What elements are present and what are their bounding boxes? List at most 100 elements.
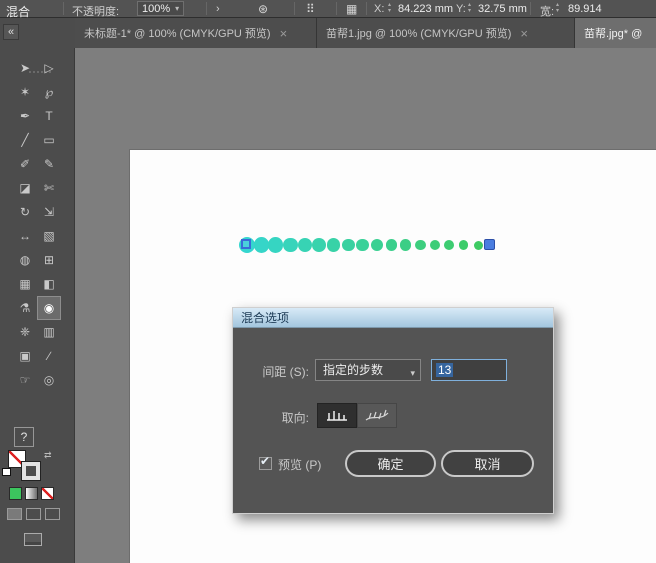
artboard-tool[interactable]: ▣: [13, 344, 37, 368]
opacity-dropdown[interactable]: 100% ▾: [137, 1, 185, 16]
pencil-tool[interactable]: ✎: [37, 152, 61, 176]
free-transform-tool[interactable]: ▧: [37, 224, 61, 248]
flyout-icon[interactable]: ›: [216, 3, 220, 15]
gradient-button[interactable]: [25, 487, 38, 500]
lasso-tool[interactable]: ℘: [37, 80, 61, 104]
draw-behind-mode-button[interactable]: [26, 508, 41, 520]
swap-fill-stroke-icon[interactable]: ⇄: [44, 450, 52, 461]
x-stepper[interactable]: ▴ ▾: [388, 2, 391, 14]
pen-tool[interactable]: ✒: [13, 104, 37, 128]
align-to-page-button[interactable]: [317, 403, 357, 428]
tab-untitled-1[interactable]: 未标题-1* @ 100% (CMYK/GPU 预览) ×: [75, 18, 317, 48]
default-fill-stroke-icon[interactable]: [2, 468, 11, 476]
magic-wand-tool[interactable]: ✶: [13, 80, 37, 104]
divider: [206, 2, 207, 15]
rectangle-tool[interactable]: ▭: [37, 128, 61, 152]
y-stepper[interactable]: ▴ ▾: [468, 2, 471, 14]
align-icon[interactable]: ⠿: [306, 2, 315, 16]
blend-dot[interactable]: [429, 239, 440, 251]
blend-dot[interactable]: [400, 239, 412, 251]
paintbrush-tool[interactable]: ✐: [13, 152, 37, 176]
tab-label: 未标题-1* @ 100% (CMYK/GPU 预览): [84, 28, 271, 40]
stepper-down-icon[interactable]: ▾: [556, 8, 559, 14]
close-icon[interactable]: ×: [520, 27, 528, 40]
column-graph-tool[interactable]: ▥: [37, 320, 61, 344]
panel-label: 混合: [6, 5, 31, 19]
width-tool[interactable]: ↔: [13, 224, 37, 248]
tools-grid: ➤ ▷ ✶ ℘ ✒ T ╱ ▭ ✐ ✎ ◪ ✄ ↻ ⇲ ↔ ▧ ◍ ⊞ ▦ ◧ ⚗ ◉ ❈ ▥ ▣ ∕ ☞ ◎: [13, 56, 61, 392]
orientation-label: 取向:: [281, 411, 309, 425]
blend-dot[interactable]: [268, 237, 284, 253]
symbol-sprayer-tool[interactable]: ❈: [13, 320, 37, 344]
stepper-down-icon[interactable]: ▾: [388, 8, 391, 14]
opacity-label: 不透明度:: [72, 6, 120, 18]
tools-panel: ➤ ▷ ✶ ℘ ✒ T ╱ ▭ ✐ ✎ ◪ ✄ ↻ ⇲ ↔ ▧ ◍ ⊞ ▦ ◧ ⚗ ◉ ❈ ▥ ▣ ∕ ☞ ◎ ? ⇄: [0, 48, 75, 563]
tab-miaobang1-jpg[interactable]: 苗帮1.jpg @ 100% (CMYK/GPU 预览) ×: [317, 18, 575, 48]
slice-tool[interactable]: ∕: [37, 344, 61, 368]
align-to-path-icon: [365, 409, 389, 420]
blend-start-anchor-handle[interactable]: [241, 239, 251, 249]
help-button[interactable]: ?: [14, 427, 34, 447]
blend-dot[interactable]: [385, 239, 398, 251]
y-label: Y:: [456, 3, 466, 15]
blend-dot[interactable]: [370, 238, 383, 252]
collapse-panel-button[interactable]: «: [3, 24, 19, 40]
blend-dot[interactable]: [282, 237, 298, 253]
scissors-tool[interactable]: ✄: [37, 176, 61, 200]
x-value[interactable]: 84.223 mm: [398, 3, 453, 15]
control-bar: 混合 不透明度: 100% ▾ › ⊛ ⠿ ▦ X: ▴ ▾ 84.223 mm…: [0, 0, 656, 19]
cancel-button[interactable]: 取消: [441, 450, 534, 477]
screen-mode-button[interactable]: [24, 533, 42, 546]
blend-dot[interactable]: [312, 238, 327, 252]
stepper-down-icon[interactable]: ▾: [468, 8, 471, 14]
none-button[interactable]: [41, 487, 54, 500]
direct-selection-tool[interactable]: ▷: [37, 56, 61, 80]
zoom-tool[interactable]: ◎: [37, 368, 61, 392]
type-tool[interactable]: T: [37, 104, 61, 128]
tab-miaobang-jpg[interactable]: 苗帮.jpg* @: [575, 18, 656, 48]
x-label: X:: [374, 3, 385, 15]
draw-inside-mode-button[interactable]: [45, 508, 60, 520]
blend-dot[interactable]: [341, 238, 355, 252]
blend-dot[interactable]: [473, 240, 483, 250]
close-icon[interactable]: ×: [280, 27, 288, 40]
spacing-select[interactable]: 指定的步数 ▾: [315, 359, 421, 381]
perspective-grid-tool[interactable]: ⊞: [37, 248, 61, 272]
scale-tool[interactable]: ⇲: [37, 200, 61, 224]
y-value[interactable]: 32.75 mm: [478, 3, 527, 15]
recolor-artwork-icon[interactable]: ⊛: [258, 2, 268, 16]
draw-normal-mode-button[interactable]: [7, 508, 22, 520]
width-label: 宽:: [540, 6, 555, 18]
divider: [530, 2, 531, 15]
shape-builder-tool[interactable]: ◍: [13, 248, 37, 272]
line-segment-tool[interactable]: ╱: [13, 128, 37, 152]
color-button[interactable]: [9, 487, 22, 500]
spacing-selected-option: 指定的步数: [323, 363, 384, 377]
blend-dot[interactable]: [356, 238, 369, 252]
rotate-tool[interactable]: ↻: [13, 200, 37, 224]
blend-dot[interactable]: [326, 238, 341, 252]
blend-dot[interactable]: [444, 240, 455, 250]
width-value[interactable]: 89.914: [568, 3, 602, 15]
eyedropper-tool[interactable]: ⚗: [13, 296, 37, 320]
eraser-tool[interactable]: ◪: [13, 176, 37, 200]
selection-tool[interactable]: ➤: [13, 56, 37, 80]
dialog-title[interactable]: 混合选项: [233, 308, 553, 328]
blend-end-anchor-handle[interactable]: [484, 239, 495, 250]
align-to-path-button[interactable]: [357, 403, 397, 428]
mesh-tool[interactable]: ▦: [13, 272, 37, 296]
blend-dot[interactable]: [414, 239, 426, 251]
ok-button[interactable]: 确定: [345, 450, 436, 477]
width-stepper[interactable]: ▴ ▾: [556, 2, 559, 14]
preview-checkbox[interactable]: ✔: [259, 454, 272, 470]
tab-label: 苗帮1.jpg @ 100% (CMYK/GPU 预览): [326, 28, 512, 40]
blend-dot[interactable]: [297, 237, 312, 253]
gradient-tool[interactable]: ◧: [37, 272, 61, 296]
stroke-swatch[interactable]: [21, 461, 41, 481]
blend-dot[interactable]: [253, 237, 270, 253]
transform-grid-icon[interactable]: ▦: [346, 2, 357, 16]
blend-dot[interactable]: [458, 240, 469, 250]
steps-input[interactable]: 13: [431, 359, 507, 381]
blend-tool[interactable]: ◉: [37, 296, 61, 320]
hand-tool[interactable]: ☞: [13, 368, 37, 392]
